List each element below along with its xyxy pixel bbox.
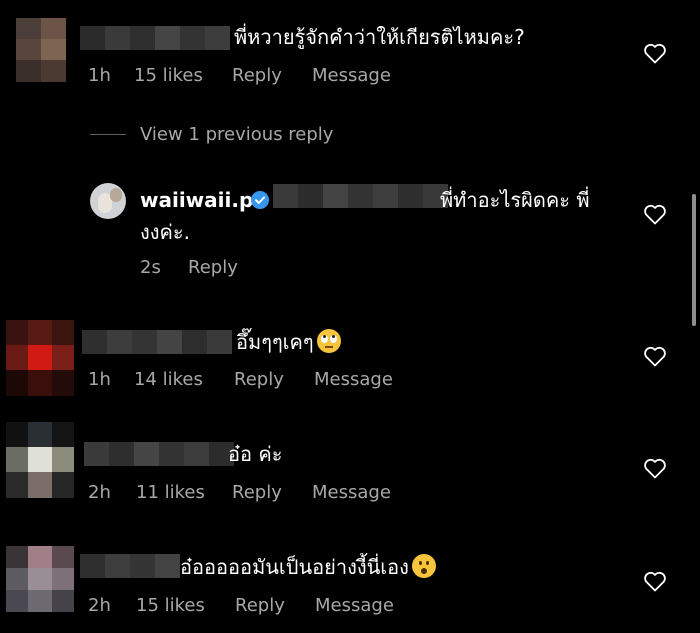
reply-time: 2s bbox=[140, 257, 161, 278]
avatar-pixelated[interactable] bbox=[6, 422, 74, 498]
avatar-pixelated[interactable] bbox=[6, 546, 74, 612]
divider-line bbox=[90, 134, 126, 135]
comment-time: 1h bbox=[88, 369, 111, 390]
scrollbar[interactable] bbox=[692, 194, 696, 326]
redacted-username bbox=[80, 554, 180, 578]
redacted-username bbox=[82, 330, 232, 354]
redacted-mention bbox=[273, 184, 448, 208]
avatar-pixelated[interactable] bbox=[6, 320, 74, 396]
comment-text: อ๋อออออมันเป็นอย่างงี้นี่เอง bbox=[180, 554, 436, 580]
comment-time: 1h bbox=[88, 65, 111, 86]
hushed-face-emoji-icon bbox=[411, 554, 436, 578]
comment-text-content: อ๋อออออมันเป็นอย่างงี้นี่เอง bbox=[180, 555, 409, 579]
reply-username[interactable]: waiiwaii.p bbox=[140, 187, 253, 213]
message-button[interactable]: Message bbox=[314, 369, 393, 391]
reply-text-line2: งงค่ะ. bbox=[140, 220, 191, 244]
comment-text: อึ๊มๆๆเคๆ bbox=[236, 329, 341, 355]
comment-text: พี่หวายรู้จักคำว่าให้เกียรติไหมคะ? bbox=[234, 25, 525, 49]
heart-icon[interactable] bbox=[643, 42, 667, 64]
comment-time: 2h bbox=[88, 482, 111, 503]
view-replies-link[interactable]: View 1 previous reply bbox=[140, 124, 333, 145]
reply-button[interactable]: Reply bbox=[232, 65, 282, 87]
avatar[interactable] bbox=[90, 183, 126, 219]
likes-link[interactable]: 15 likes bbox=[136, 595, 205, 617]
likes-link[interactable]: 11 likes bbox=[136, 482, 205, 504]
redacted-username bbox=[84, 442, 234, 466]
avatar-pixelated[interactable] bbox=[16, 18, 66, 82]
heart-icon[interactable] bbox=[643, 345, 667, 367]
heart-icon[interactable] bbox=[643, 457, 667, 479]
reply-button[interactable]: Reply bbox=[188, 257, 238, 279]
likes-link[interactable]: 14 likes bbox=[134, 369, 203, 391]
reply-button[interactable]: Reply bbox=[232, 482, 282, 504]
comment-text-content: อึ๊มๆๆเคๆ bbox=[236, 330, 314, 354]
verified-badge-icon bbox=[251, 191, 269, 209]
likes-link[interactable]: 15 likes bbox=[134, 65, 203, 87]
heart-icon[interactable] bbox=[643, 570, 667, 592]
comment-text: อ๋อ ค่ะ bbox=[228, 442, 283, 466]
comment-time: 2h bbox=[88, 595, 111, 616]
redacted-username bbox=[80, 26, 230, 50]
eye-roll-emoji-icon bbox=[316, 329, 341, 353]
reply-button[interactable]: Reply bbox=[234, 369, 284, 391]
reply-text-line1: พี่ทำอะไรผิดคะ พี่ bbox=[440, 188, 590, 212]
reply-button[interactable]: Reply bbox=[235, 595, 285, 617]
message-button[interactable]: Message bbox=[315, 595, 394, 617]
message-button[interactable]: Message bbox=[312, 482, 391, 504]
heart-icon[interactable] bbox=[643, 203, 667, 225]
message-button[interactable]: Message bbox=[312, 65, 391, 87]
